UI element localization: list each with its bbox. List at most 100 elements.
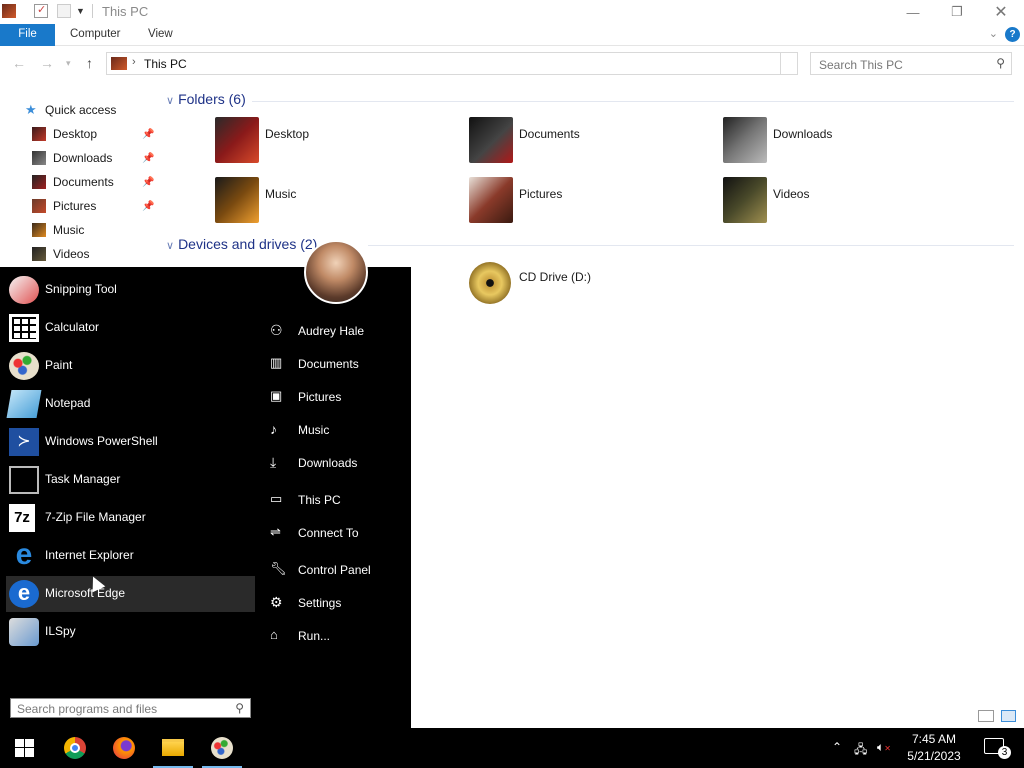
taskbar-chrome[interactable] <box>51 728 99 768</box>
recent-locations-chevron-icon[interactable]: ▾ <box>66 58 71 69</box>
place-label: Pictures <box>298 390 342 404</box>
program-label: Calculator <box>45 320 100 334</box>
start-button[interactable] <box>0 728 48 768</box>
clock-time: 7:45 AM <box>911 732 957 746</box>
details-view-icon[interactable] <box>978 710 994 722</box>
internet-explorer-icon: e <box>15 538 33 571</box>
title-bar: ✓ ▼ This PC — ❐ ✕ <box>0 0 1024 24</box>
pictures-folder-icon <box>32 199 46 213</box>
sidebar-item-label: Downloads <box>53 151 113 165</box>
pin-icon[interactable]: 📌 <box>142 201 154 212</box>
drive-cd-d[interactable]: CD Drive (D:) <box>469 262 709 318</box>
folder-music[interactable]: Music <box>215 177 455 233</box>
folder-downloads[interactable]: Downloads <box>723 117 963 173</box>
windows-logo-icon <box>15 739 34 757</box>
folder-pictures[interactable]: Pictures <box>469 177 709 233</box>
videos-folder-icon <box>723 177 767 223</box>
tab-view[interactable]: View <box>148 24 173 46</box>
folders-group-header[interactable]: ∨ Folders (6) <box>166 91 246 107</box>
notification-count-badge: 3 <box>998 746 1011 759</box>
cd-drive-icon <box>469 262 511 304</box>
search-input[interactable]: Search This PC ⚲ <box>810 52 1012 75</box>
snipping-tool-icon <box>9 276 39 304</box>
program-7zip-file-manager[interactable]: 7z 7-Zip File Manager <box>6 500 255 536</box>
tab-file[interactable]: File <box>0 24 55 46</box>
program-label: 7-Zip File Manager <box>45 510 146 524</box>
large-icons-view-icon[interactable] <box>1001 710 1016 722</box>
documents-icon: ▥ <box>270 355 283 370</box>
clock-date: 5/21/2023 <box>907 749 961 763</box>
7zip-icon: 7z <box>9 504 35 532</box>
address-dropdown-button[interactable] <box>780 52 798 75</box>
customize-toolbar-chevron-icon[interactable]: ▼ <box>76 6 90 20</box>
start-search-input[interactable]: Search programs and files ⚲ <box>10 698 251 718</box>
program-paint[interactable]: Paint <box>6 348 255 384</box>
explorer-app-icon[interactable] <box>2 4 16 18</box>
folder-documents[interactable]: Documents <box>469 117 709 173</box>
program-calculator[interactable]: Calculator <box>6 310 255 346</box>
documents-folder-icon <box>469 117 513 163</box>
breadcrumb[interactable]: This PC <box>144 57 187 71</box>
place-label: This PC <box>298 493 341 507</box>
calculator-icon <box>9 314 39 342</box>
program-internet-explorer[interactable]: e Internet Explorer <box>6 538 255 574</box>
pin-icon[interactable]: 📌 <box>142 177 154 188</box>
run-icon: ⌂ <box>270 627 278 642</box>
paint-icon <box>9 352 39 380</box>
forward-arrow-icon[interactable]: → <box>40 55 54 71</box>
action-center-icon[interactable]: 3 <box>984 738 1011 759</box>
chrome-icon <box>64 737 86 759</box>
sidebar-item-label: Pictures <box>53 199 97 213</box>
taskbar-file-explorer[interactable] <box>149 728 197 768</box>
program-notepad[interactable]: Notepad <box>6 386 255 422</box>
tab-computer[interactable]: Computer <box>70 24 121 46</box>
maximize-button[interactable]: ❐ <box>934 0 980 24</box>
pin-icon[interactable]: 📌 <box>142 129 154 140</box>
program-windows-powershell[interactable]: ≻ Windows PowerShell <box>6 424 255 460</box>
up-arrow-icon[interactable]: ↑ <box>86 55 93 71</box>
notepad-icon <box>6 390 42 418</box>
minimize-button[interactable]: — <box>890 0 936 24</box>
folder-label: Videos <box>773 187 810 201</box>
program-label: ILSpy <box>45 624 76 638</box>
collapse-chevron-icon[interactable]: ∨ <box>166 95 174 107</box>
program-task-manager[interactable]: Task Manager <box>6 462 255 498</box>
title-divider <box>92 4 93 18</box>
sidebar-item-label: Documents <box>53 175 114 189</box>
network-icon[interactable]: 🖧︎ <box>854 740 867 761</box>
program-ilspy[interactable]: ILSpy <box>6 614 255 650</box>
folder-videos[interactable]: Videos <box>723 177 963 233</box>
drives-group-header[interactable]: ∨ Devices and drives (2) <box>166 236 317 252</box>
properties-quick-icon[interactable]: ✓ <box>34 4 48 18</box>
show-hidden-icons-chevron-icon[interactable]: ⌃ <box>832 740 842 754</box>
taskbar-paint[interactable] <box>198 728 246 768</box>
music-folder-icon <box>215 177 259 223</box>
taskbar-firefox[interactable] <box>100 728 148 768</box>
ribbon-tabs: File Computer View ⌄ ? <box>0 24 1024 46</box>
place-label: Run... <box>298 629 331 643</box>
firefox-icon <box>113 737 135 759</box>
help-button[interactable]: ? <box>1005 27 1020 42</box>
clock[interactable]: 7:45 AM 5/21/2023 <box>898 731 970 765</box>
close-button[interactable]: ✕ <box>978 0 1024 24</box>
folders-group-title: Folders (6) <box>178 91 246 107</box>
expand-ribbon-chevron-icon[interactable]: ⌄ <box>989 27 998 40</box>
program-snipping-tool[interactable]: Snipping Tool <box>6 272 255 308</box>
folder-desktop[interactable]: Desktop <box>215 117 455 173</box>
breadcrumb-chevron-icon[interactable]: › <box>132 56 136 68</box>
place-label: Control Panel <box>298 563 371 577</box>
connect-icon: ⇌ <box>270 524 281 539</box>
search-icon: ⚲ <box>996 56 1005 70</box>
new-folder-quick-icon[interactable] <box>57 4 71 18</box>
speaker-muted-icon[interactable]: 🔈︎✕ <box>877 740 891 755</box>
this-pc-icon <box>111 57 127 70</box>
avatar[interactable] <box>304 240 368 304</box>
back-arrow-icon[interactable]: ← <box>12 55 26 71</box>
address-bar[interactable]: › This PC <box>106 52 781 75</box>
program-microsoft-edge[interactable]: e Microsoft Edge <box>6 576 255 612</box>
collapse-chevron-icon[interactable]: ∨ <box>166 240 174 252</box>
pin-icon[interactable]: 📌 <box>142 153 154 164</box>
task-manager-icon <box>9 466 39 494</box>
user-icon: ⚇ <box>270 322 283 338</box>
laptop-icon: ▭ <box>270 491 283 506</box>
